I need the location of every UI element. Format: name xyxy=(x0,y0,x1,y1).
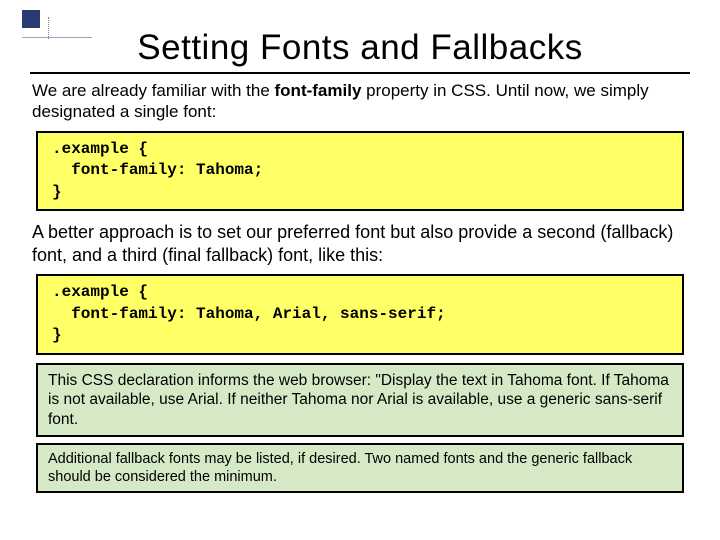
title-rule xyxy=(30,72,690,74)
paragraph-2: A better approach is to set our preferre… xyxy=(32,221,688,266)
corner-accent-dash xyxy=(48,17,50,39)
page-title: Setting Fonts and Fallbacks xyxy=(30,28,690,68)
slide: Setting Fonts and Fallbacks We are alrea… xyxy=(0,0,720,540)
note-box-1: This CSS declaration informs the web bro… xyxy=(36,363,684,437)
intro-paragraph: We are already familiar with the font-fa… xyxy=(32,80,688,123)
code-block-1: .example { font-family: Tahoma; } xyxy=(36,131,684,212)
note-box-2: Additional fallback fonts may be listed,… xyxy=(36,443,684,493)
corner-accent-line xyxy=(22,37,92,38)
code-block-2: .example { font-family: Tahoma, Arial, s… xyxy=(36,274,684,355)
corner-accent-box xyxy=(22,10,40,28)
